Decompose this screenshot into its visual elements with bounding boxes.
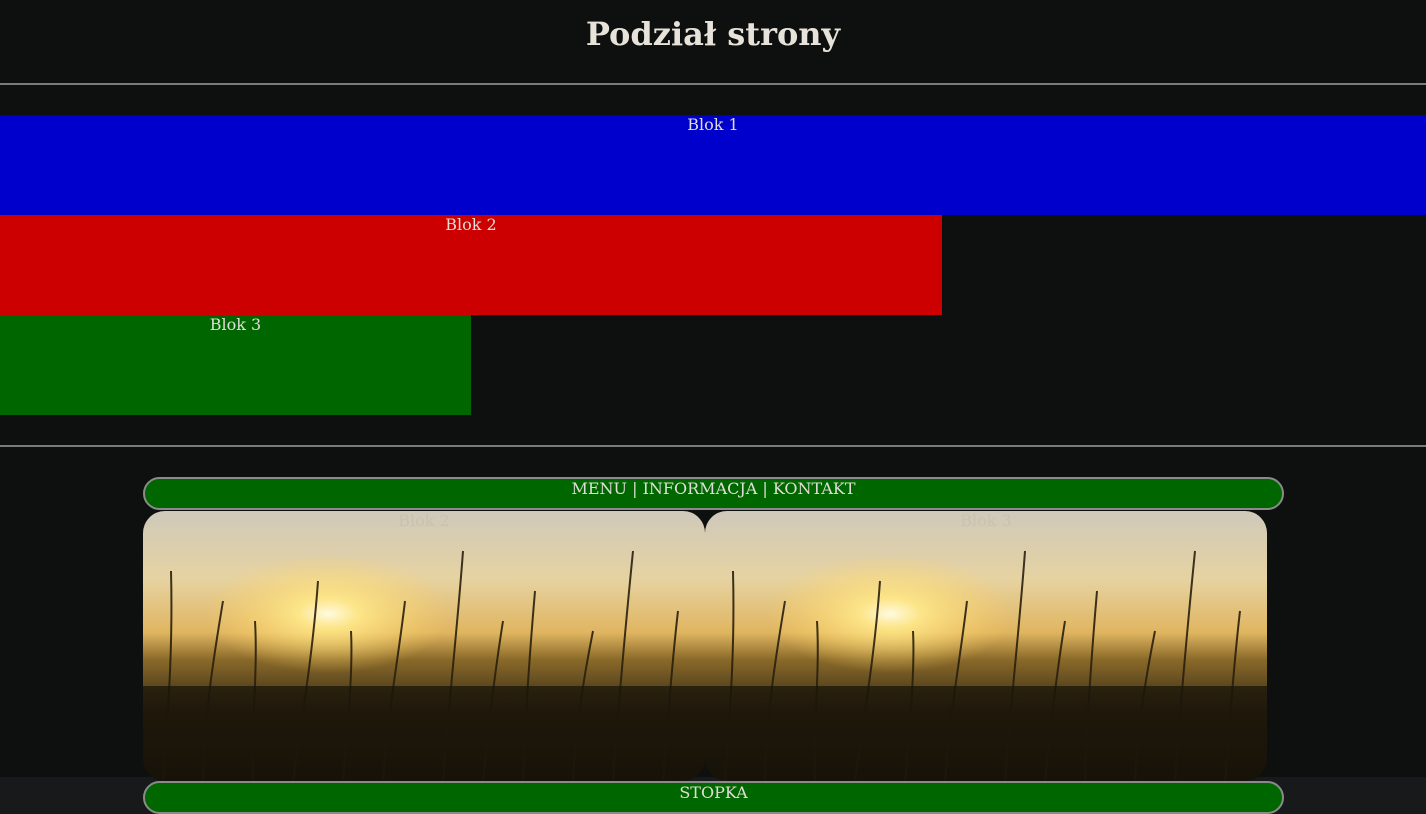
block-1: Blok 1 (0, 115, 1426, 215)
nav-menu-bar: MENU | INFORMACJA | KONTAKT (143, 477, 1284, 510)
nav-separator: | (632, 479, 638, 498)
gallery-photo-2-label: Blok 3 (960, 511, 1012, 530)
page-title: Podział strony (585, 15, 841, 53)
block-3-label: Blok 3 (209, 315, 262, 334)
gallery-photo-1: Blok 2 (143, 511, 705, 781)
nav-separator: | (762, 479, 768, 498)
bottom-divider (0, 445, 1426, 447)
nav-item-informacja[interactable]: INFORMACJA (643, 479, 758, 498)
block-2-label: Blok 2 (445, 215, 497, 234)
top-divider (0, 83, 1426, 85)
nav-item-menu[interactable]: MENU (571, 479, 627, 498)
nav-item-kontakt[interactable]: KONTAKT (773, 479, 856, 498)
block-1-label: Blok 1 (687, 115, 739, 134)
block-2: Blok 2 (0, 215, 942, 315)
gallery-photo-2: Blok 3 (705, 511, 1267, 781)
footer-bar: STOPKA (143, 781, 1284, 814)
block-3: Blok 3 (0, 315, 471, 415)
footer-label: STOPKA (679, 783, 748, 802)
gallery-photo-1-label: Blok 2 (398, 511, 450, 530)
sunset-grass-image (143, 511, 705, 781)
sunset-grass-image (705, 511, 1267, 781)
